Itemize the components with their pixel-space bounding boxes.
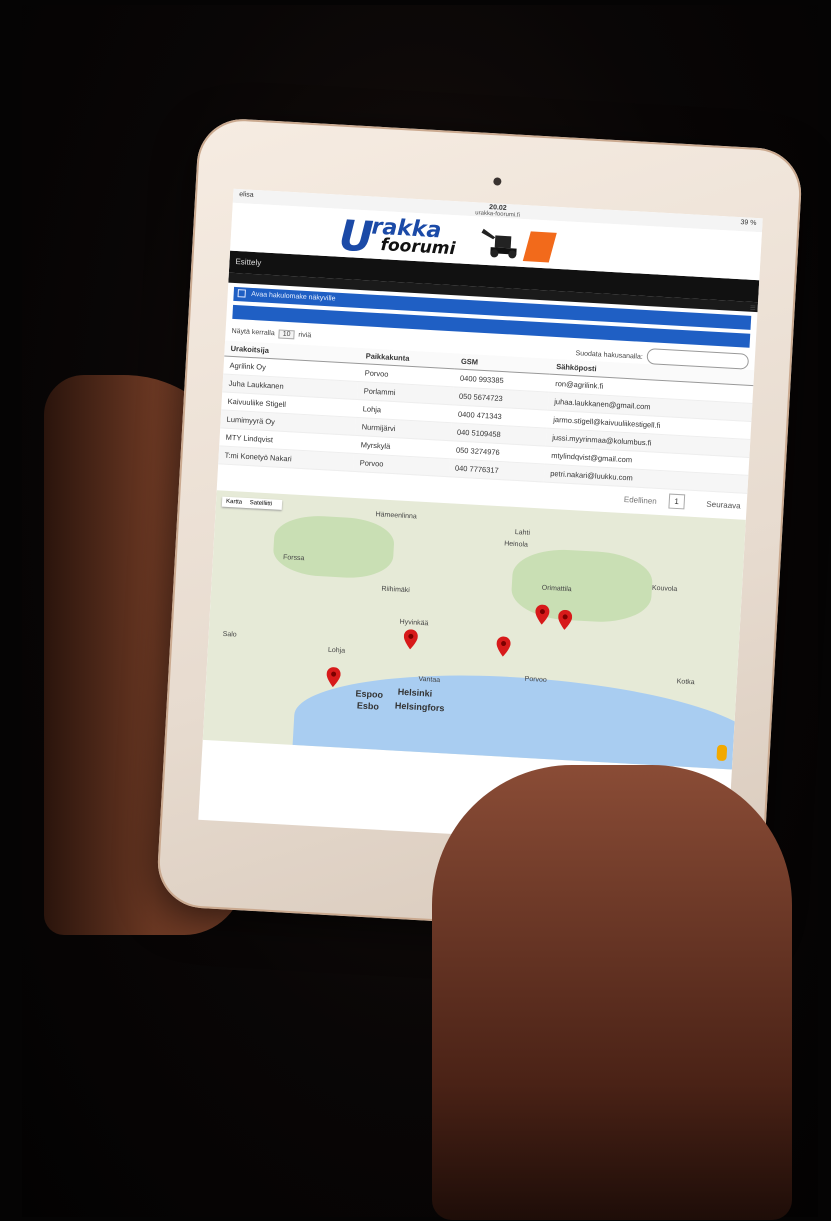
page-size-control: Näytä kerralla 10 riviä [231, 327, 311, 340]
logo-orange-block [522, 231, 557, 263]
next-page-button[interactable]: Seuraava [706, 500, 741, 511]
excavator-icon [481, 228, 517, 259]
search-toggle-label: Avaa hakulomake näkyville [251, 290, 336, 303]
page-number-button[interactable]: 1 [667, 493, 686, 510]
nav-item-esittely[interactable]: Esittely [235, 257, 261, 267]
pegman-icon[interactable] [716, 744, 728, 762]
map-forest [510, 546, 654, 625]
map-marker-icon[interactable] [557, 609, 573, 631]
map-type-toggle[interactable]: Kartta Satelliitti [221, 496, 283, 510]
camera-dot [493, 177, 502, 186]
logo-u: U [337, 210, 375, 262]
map-marker-icon[interactable] [496, 636, 511, 657]
map-marker-icon[interactable] [535, 604, 550, 625]
map-marker-icon[interactable] [403, 629, 418, 650]
map-city-label: Hyvinkää [399, 618, 429, 628]
filter-label: Suodata hakusanalla: [575, 350, 643, 361]
map-city-label: Vantaa [418, 675, 441, 685]
map-city-label: Riihimäki [381, 585, 410, 595]
prev-page-button[interactable]: Edellinen [624, 495, 657, 506]
map-city-label: Forssa [282, 554, 305, 563]
map-tab-satelliitti[interactable]: Satelliitti [250, 500, 273, 507]
contractor-map[interactable]: Kartta Satelliitti Hämeenlinna Lahti Hei… [202, 490, 746, 770]
map-tab-kartta[interactable]: Kartta [226, 499, 242, 506]
map-city-label: Lahti [514, 528, 531, 537]
right-hand [432, 765, 792, 1220]
menu-icon[interactable]: ≡ [749, 302, 756, 316]
page-size-suffix: riviä [298, 331, 312, 340]
map-city-label: Lohja [327, 646, 346, 655]
map-marker-icon[interactable] [326, 667, 341, 688]
tablet-screen: elisa 20.02 urakka-foorumi.fi 39 % U rak… [198, 188, 763, 850]
map-big-city-label: Helsinki [397, 686, 433, 699]
map-city-label: Kouvola [651, 584, 678, 594]
map-city-label: Kotka [676, 678, 695, 687]
map-city-label: Hämeenlinna [375, 511, 417, 521]
photo-background: elisa 20.02 urakka-foorumi.fi 39 % U rak… [22, 5, 818, 1220]
map-city-label: Heinola [503, 540, 529, 549]
page-size-select[interactable]: 10 [278, 329, 295, 340]
map-city-label: Porvoo [524, 675, 547, 684]
map-big-city-label: Espoo [355, 688, 384, 700]
page-size-prefix: Näytä kerralla [231, 327, 275, 338]
map-city-label: Salo [222, 630, 237, 639]
checkbox-icon [237, 289, 246, 298]
map-big-city-label: Esbo [356, 700, 380, 712]
map-forest [272, 513, 396, 581]
logo-foorumi: foorumi [380, 235, 456, 260]
battery-level: 39 % [740, 219, 757, 227]
